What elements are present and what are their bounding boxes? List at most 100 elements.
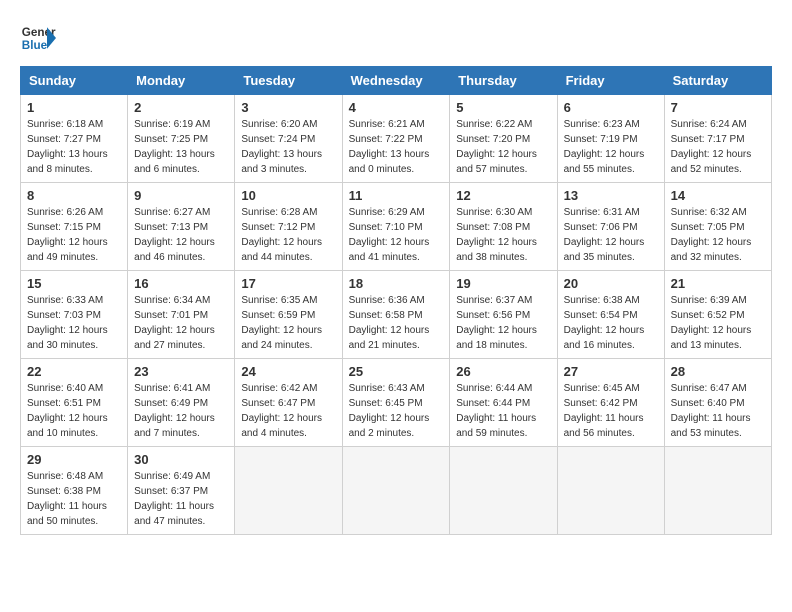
- day-number: 25: [349, 364, 444, 379]
- calendar-day-cell: 18 Sunrise: 6:36 AM Sunset: 6:58 PM Dayl…: [342, 271, 450, 359]
- day-info: Sunrise: 6:33 AM Sunset: 7:03 PM Dayligh…: [27, 293, 121, 353]
- logo-icon: General Blue: [20, 20, 56, 56]
- calendar-day-cell: 7 Sunrise: 6:24 AM Sunset: 7:17 PM Dayli…: [664, 95, 771, 183]
- day-number: 9: [134, 188, 228, 203]
- calendar-week-row: 29 Sunrise: 6:48 AM Sunset: 6:38 PM Dayl…: [21, 447, 772, 535]
- day-number: 14: [671, 188, 765, 203]
- calendar-day-cell: 14 Sunrise: 6:32 AM Sunset: 7:05 PM Dayl…: [664, 183, 771, 271]
- calendar-day-cell: 17 Sunrise: 6:35 AM Sunset: 6:59 PM Dayl…: [235, 271, 342, 359]
- day-number: 4: [349, 100, 444, 115]
- day-info: Sunrise: 6:26 AM Sunset: 7:15 PM Dayligh…: [27, 205, 121, 265]
- calendar-header-row: SundayMondayTuesdayWednesdayThursdayFrid…: [21, 67, 772, 95]
- calendar-day-cell: 23 Sunrise: 6:41 AM Sunset: 6:49 PM Dayl…: [128, 359, 235, 447]
- page-header: General Blue: [20, 20, 772, 56]
- calendar-day-cell: [235, 447, 342, 535]
- day-number: 26: [456, 364, 550, 379]
- day-number: 22: [27, 364, 121, 379]
- calendar-day-cell: [557, 447, 664, 535]
- header-thursday: Thursday: [450, 67, 557, 95]
- day-info: Sunrise: 6:32 AM Sunset: 7:05 PM Dayligh…: [671, 205, 765, 265]
- calendar-day-cell: 6 Sunrise: 6:23 AM Sunset: 7:19 PM Dayli…: [557, 95, 664, 183]
- day-number: 23: [134, 364, 228, 379]
- day-info: Sunrise: 6:28 AM Sunset: 7:12 PM Dayligh…: [241, 205, 335, 265]
- logo: General Blue: [20, 20, 56, 56]
- calendar-day-cell: 27 Sunrise: 6:45 AM Sunset: 6:42 PM Dayl…: [557, 359, 664, 447]
- calendar-day-cell: 5 Sunrise: 6:22 AM Sunset: 7:20 PM Dayli…: [450, 95, 557, 183]
- day-info: Sunrise: 6:22 AM Sunset: 7:20 PM Dayligh…: [456, 117, 550, 177]
- calendar-day-cell: [664, 447, 771, 535]
- calendar-day-cell: 20 Sunrise: 6:38 AM Sunset: 6:54 PM Dayl…: [557, 271, 664, 359]
- day-number: 8: [27, 188, 121, 203]
- day-number: 20: [564, 276, 658, 291]
- calendar-day-cell: 21 Sunrise: 6:39 AM Sunset: 6:52 PM Dayl…: [664, 271, 771, 359]
- day-info: Sunrise: 6:48 AM Sunset: 6:38 PM Dayligh…: [27, 469, 121, 529]
- calendar-day-cell: 10 Sunrise: 6:28 AM Sunset: 7:12 PM Dayl…: [235, 183, 342, 271]
- calendar-day-cell: 25 Sunrise: 6:43 AM Sunset: 6:45 PM Dayl…: [342, 359, 450, 447]
- day-number: 27: [564, 364, 658, 379]
- calendar-day-cell: 13 Sunrise: 6:31 AM Sunset: 7:06 PM Dayl…: [557, 183, 664, 271]
- day-info: Sunrise: 6:41 AM Sunset: 6:49 PM Dayligh…: [134, 381, 228, 441]
- day-info: Sunrise: 6:36 AM Sunset: 6:58 PM Dayligh…: [349, 293, 444, 353]
- calendar-day-cell: [342, 447, 450, 535]
- day-info: Sunrise: 6:49 AM Sunset: 6:37 PM Dayligh…: [134, 469, 228, 529]
- day-number: 13: [564, 188, 658, 203]
- day-info: Sunrise: 6:43 AM Sunset: 6:45 PM Dayligh…: [349, 381, 444, 441]
- header-monday: Monday: [128, 67, 235, 95]
- header-sunday: Sunday: [21, 67, 128, 95]
- calendar-week-row: 22 Sunrise: 6:40 AM Sunset: 6:51 PM Dayl…: [21, 359, 772, 447]
- day-number: 2: [134, 100, 228, 115]
- header-saturday: Saturday: [664, 67, 771, 95]
- calendar-week-row: 8 Sunrise: 6:26 AM Sunset: 7:15 PM Dayli…: [21, 183, 772, 271]
- calendar-day-cell: 30 Sunrise: 6:49 AM Sunset: 6:37 PM Dayl…: [128, 447, 235, 535]
- day-info: Sunrise: 6:27 AM Sunset: 7:13 PM Dayligh…: [134, 205, 228, 265]
- calendar-day-cell: 3 Sunrise: 6:20 AM Sunset: 7:24 PM Dayli…: [235, 95, 342, 183]
- day-info: Sunrise: 6:42 AM Sunset: 6:47 PM Dayligh…: [241, 381, 335, 441]
- day-info: Sunrise: 6:30 AM Sunset: 7:08 PM Dayligh…: [456, 205, 550, 265]
- day-number: 17: [241, 276, 335, 291]
- calendar-day-cell: 11 Sunrise: 6:29 AM Sunset: 7:10 PM Dayl…: [342, 183, 450, 271]
- day-info: Sunrise: 6:37 AM Sunset: 6:56 PM Dayligh…: [456, 293, 550, 353]
- calendar-day-cell: 9 Sunrise: 6:27 AM Sunset: 7:13 PM Dayli…: [128, 183, 235, 271]
- day-number: 16: [134, 276, 228, 291]
- day-number: 7: [671, 100, 765, 115]
- calendar-day-cell: 16 Sunrise: 6:34 AM Sunset: 7:01 PM Dayl…: [128, 271, 235, 359]
- header-tuesday: Tuesday: [235, 67, 342, 95]
- day-number: 21: [671, 276, 765, 291]
- day-info: Sunrise: 6:39 AM Sunset: 6:52 PM Dayligh…: [671, 293, 765, 353]
- day-info: Sunrise: 6:34 AM Sunset: 7:01 PM Dayligh…: [134, 293, 228, 353]
- day-info: Sunrise: 6:38 AM Sunset: 6:54 PM Dayligh…: [564, 293, 658, 353]
- header-friday: Friday: [557, 67, 664, 95]
- day-info: Sunrise: 6:23 AM Sunset: 7:19 PM Dayligh…: [564, 117, 658, 177]
- day-info: Sunrise: 6:21 AM Sunset: 7:22 PM Dayligh…: [349, 117, 444, 177]
- day-info: Sunrise: 6:19 AM Sunset: 7:25 PM Dayligh…: [134, 117, 228, 177]
- calendar-day-cell: 19 Sunrise: 6:37 AM Sunset: 6:56 PM Dayl…: [450, 271, 557, 359]
- calendar-day-cell: 1 Sunrise: 6:18 AM Sunset: 7:27 PM Dayli…: [21, 95, 128, 183]
- calendar-day-cell: 28 Sunrise: 6:47 AM Sunset: 6:40 PM Dayl…: [664, 359, 771, 447]
- day-number: 15: [27, 276, 121, 291]
- day-info: Sunrise: 6:31 AM Sunset: 7:06 PM Dayligh…: [564, 205, 658, 265]
- day-number: 6: [564, 100, 658, 115]
- calendar-week-row: 1 Sunrise: 6:18 AM Sunset: 7:27 PM Dayli…: [21, 95, 772, 183]
- calendar-day-cell: 29 Sunrise: 6:48 AM Sunset: 6:38 PM Dayl…: [21, 447, 128, 535]
- day-number: 5: [456, 100, 550, 115]
- svg-text:Blue: Blue: [22, 39, 48, 52]
- day-info: Sunrise: 6:40 AM Sunset: 6:51 PM Dayligh…: [27, 381, 121, 441]
- calendar-day-cell: 15 Sunrise: 6:33 AM Sunset: 7:03 PM Dayl…: [21, 271, 128, 359]
- calendar-day-cell: 22 Sunrise: 6:40 AM Sunset: 6:51 PM Dayl…: [21, 359, 128, 447]
- day-info: Sunrise: 6:35 AM Sunset: 6:59 PM Dayligh…: [241, 293, 335, 353]
- calendar-day-cell: 4 Sunrise: 6:21 AM Sunset: 7:22 PM Dayli…: [342, 95, 450, 183]
- day-number: 18: [349, 276, 444, 291]
- calendar-day-cell: 8 Sunrise: 6:26 AM Sunset: 7:15 PM Dayli…: [21, 183, 128, 271]
- calendar-day-cell: 26 Sunrise: 6:44 AM Sunset: 6:44 PM Dayl…: [450, 359, 557, 447]
- day-info: Sunrise: 6:24 AM Sunset: 7:17 PM Dayligh…: [671, 117, 765, 177]
- calendar-day-cell: 24 Sunrise: 6:42 AM Sunset: 6:47 PM Dayl…: [235, 359, 342, 447]
- day-info: Sunrise: 6:47 AM Sunset: 6:40 PM Dayligh…: [671, 381, 765, 441]
- calendar-day-cell: 12 Sunrise: 6:30 AM Sunset: 7:08 PM Dayl…: [450, 183, 557, 271]
- day-number: 11: [349, 188, 444, 203]
- day-number: 3: [241, 100, 335, 115]
- day-info: Sunrise: 6:18 AM Sunset: 7:27 PM Dayligh…: [27, 117, 121, 177]
- day-number: 28: [671, 364, 765, 379]
- calendar-day-cell: [450, 447, 557, 535]
- day-number: 29: [27, 452, 121, 467]
- calendar-day-cell: 2 Sunrise: 6:19 AM Sunset: 7:25 PM Dayli…: [128, 95, 235, 183]
